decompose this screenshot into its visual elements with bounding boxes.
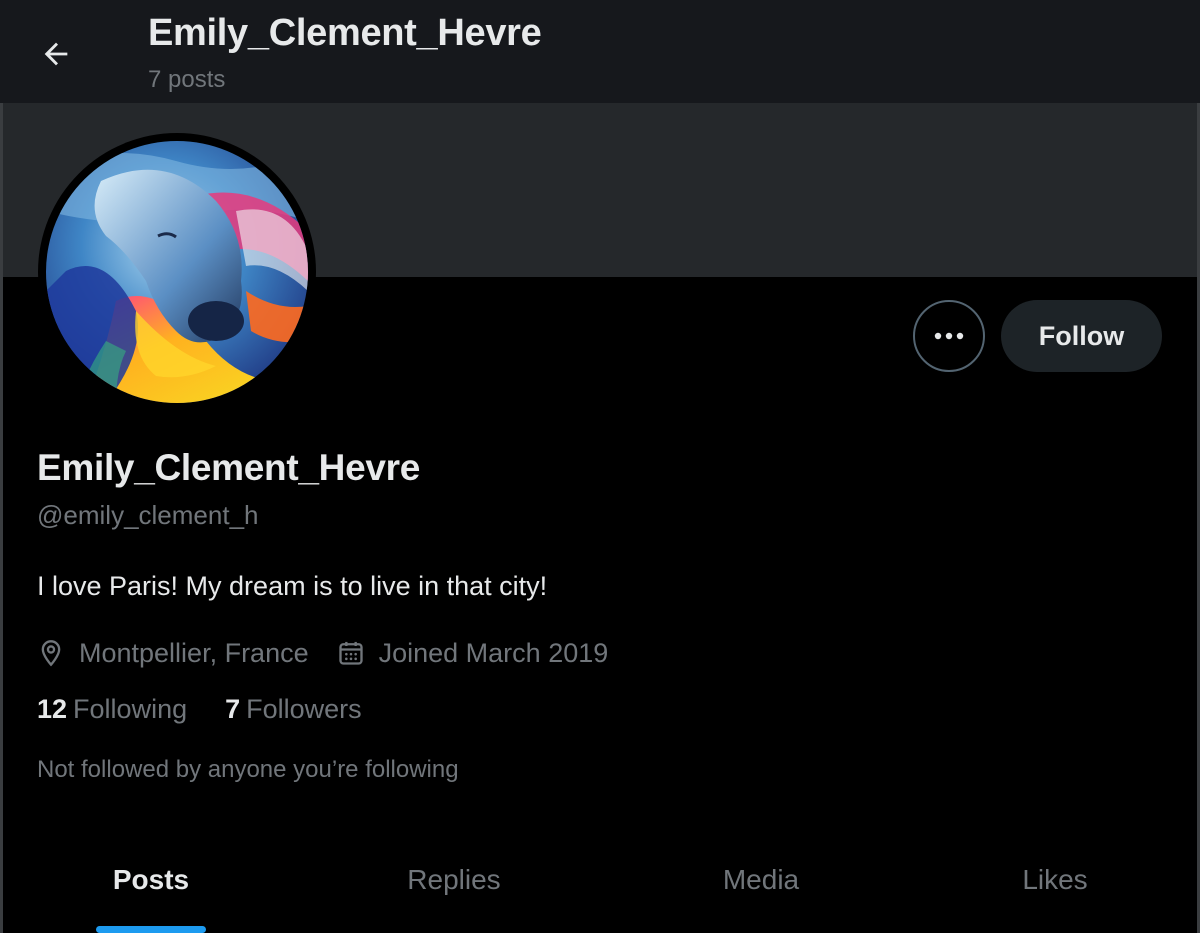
followers-link[interactable]: 7 Followers [225,694,362,725]
mutuals-note: Not followed by anyone you’re following [37,756,459,783]
display-name: Emily_Clement_Hevre [37,447,420,488]
following-label: Following [73,694,188,724]
location-text: Montpellier, France [79,637,309,668]
followers-label: Followers [246,694,362,724]
tab-media-label: Media [722,864,800,895]
follow-button[interactable]: Follow [1001,300,1162,372]
tab-posts-label: Posts [112,864,190,895]
following-link[interactable]: 12 Following [37,694,187,725]
back-button[interactable] [30,28,82,80]
location: Montpellier, France [37,638,309,669]
followers-count: 7 [225,694,241,724]
avatar[interactable] [38,133,316,411]
tab-likes-label: Likes [1022,864,1088,895]
tab-media[interactable]: Media [609,840,913,933]
top-header: Emily_Clement_Hevre 7 posts [0,0,1200,103]
tab-posts[interactable]: Posts [3,840,299,933]
header-title: Emily_Clement_Hevre [148,12,542,54]
calendar-icon [338,641,363,665]
tab-likes[interactable]: Likes [913,840,1197,933]
location-pin-icon [41,640,61,667]
more-horizontal-icon [934,332,964,340]
active-tab-indicator [96,926,206,933]
join-date-text: Joined March 2019 [378,637,609,668]
bio: I love Paris! My dream is to live in tha… [37,571,548,601]
user-handle: @emily_clement_h [37,500,259,530]
follow-stats: 12 Following 7 Followers [37,694,400,725]
arrow-left-icon [44,42,68,66]
profile-tabs: Posts Replies Media Likes [3,840,1197,933]
avatar-image [46,141,308,403]
tab-replies[interactable]: Replies [299,840,609,933]
tab-replies-label: Replies [407,864,501,895]
join-date: Joined March 2019 [337,637,609,669]
more-options-button[interactable] [913,300,985,372]
header-posts-count: 7 posts [148,66,226,93]
following-count: 12 [37,694,68,724]
profile-meta: Montpellier, France Joined March 2019 [37,633,636,673]
